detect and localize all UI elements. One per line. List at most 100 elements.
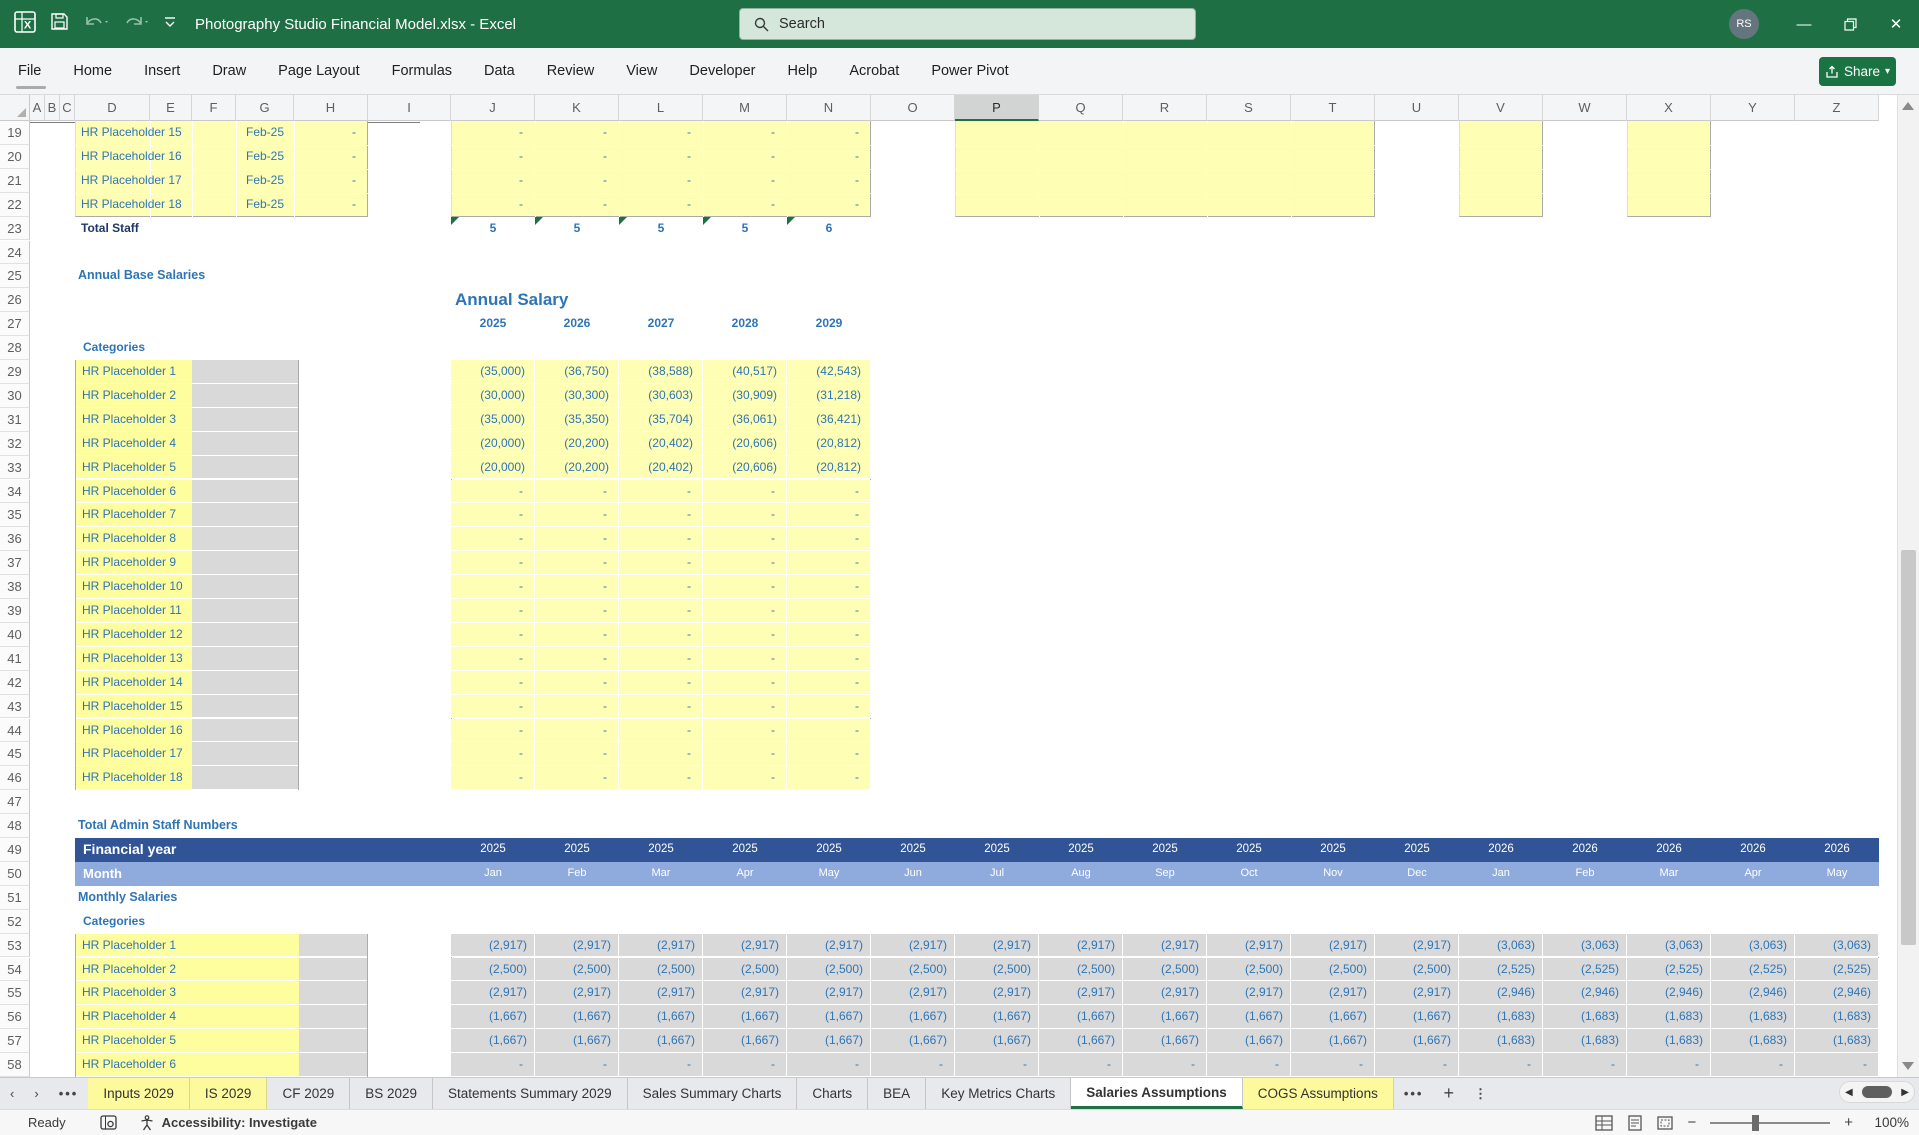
- cell-L53[interactable]: (2,917): [619, 934, 703, 958]
- annual-category-16[interactable]: HR Placeholder 16: [82, 719, 192, 743]
- row-header-36[interactable]: 36: [0, 527, 30, 551]
- annual-base-salaries-heading[interactable]: Annual Base Salaries: [75, 264, 335, 288]
- cell-M22[interactable]: -: [703, 193, 787, 217]
- monthly-categories-label[interactable]: Categories: [75, 910, 225, 934]
- cell-N30[interactable]: (31,218): [787, 384, 871, 408]
- cell-Z57[interactable]: (1,683): [1795, 1029, 1879, 1053]
- monthly-category-5[interactable]: HR Placeholder 5: [82, 1029, 292, 1053]
- cell-J56[interactable]: (1,667): [451, 1005, 535, 1029]
- cell-V53[interactable]: (3,063): [1459, 934, 1543, 958]
- cell-N29[interactable]: (42,543): [787, 360, 871, 384]
- annual-category-5[interactable]: HR Placeholder 5: [82, 456, 192, 480]
- row-header-51[interactable]: 51: [0, 886, 30, 910]
- cell-M36[interactable]: -: [703, 527, 787, 551]
- cell-S57[interactable]: (1,667): [1207, 1029, 1291, 1053]
- annual-year-2025[interactable]: 2025: [451, 312, 535, 336]
- cell-J29[interactable]: (35,000): [451, 360, 535, 384]
- cell-O54[interactable]: (2,500): [871, 958, 955, 982]
- cell-Q55[interactable]: (2,917): [1039, 981, 1123, 1005]
- row-header-57[interactable]: 57: [0, 1029, 30, 1053]
- cell-L19[interactable]: -: [619, 121, 703, 145]
- cell-M32[interactable]: (20,606): [703, 432, 787, 456]
- ribbon-tab-acrobat[interactable]: Acrobat: [833, 48, 915, 94]
- cell-N54[interactable]: (2,500): [787, 958, 871, 982]
- column-header-G[interactable]: G: [236, 95, 294, 121]
- zoom-out-button[interactable]: −: [1687, 1114, 1696, 1131]
- cell-Z54[interactable]: (2,525): [1795, 958, 1879, 982]
- cell-K19[interactable]: -: [535, 121, 619, 145]
- category-gray-cell[interactable]: [192, 503, 298, 527]
- cell-L29[interactable]: (38,588): [619, 360, 703, 384]
- category-gray-cell[interactable]: [299, 958, 367, 982]
- cell-S56[interactable]: (1,667): [1207, 1005, 1291, 1029]
- cell-N19[interactable]: -: [787, 121, 871, 145]
- cell-P55[interactable]: (2,917): [955, 981, 1039, 1005]
- row-header-56[interactable]: 56: [0, 1005, 30, 1029]
- sheet-tab-statements-summary-2029[interactable]: Statements Summary 2029: [433, 1078, 628, 1109]
- monthly-category-1[interactable]: HR Placeholder 1: [82, 934, 292, 958]
- total-admin-staff-heading[interactable]: Total Admin Staff Numbers: [75, 814, 375, 838]
- cell-D21[interactable]: HR Placeholder 17: [75, 169, 150, 193]
- cell-Y58[interactable]: -: [1711, 1053, 1795, 1077]
- column-header-T[interactable]: T: [1291, 95, 1375, 121]
- undo-icon[interactable]: [83, 13, 109, 36]
- cell-K32[interactable]: (20,200): [535, 432, 619, 456]
- scroll-down-arrow[interactable]: [1902, 1062, 1914, 1070]
- horizontal-scroll-thumb[interactable]: [1862, 1086, 1892, 1098]
- cell-N44[interactable]: -: [787, 719, 871, 743]
- column-header-C[interactable]: C: [60, 95, 75, 121]
- cell-M21[interactable]: -: [703, 169, 787, 193]
- annual-category-6[interactable]: HR Placeholder 6: [82, 480, 192, 504]
- cell-J36[interactable]: -: [451, 527, 535, 551]
- cell-L45[interactable]: -: [619, 742, 703, 766]
- categories-label[interactable]: Categories: [75, 336, 225, 360]
- cell-J44[interactable]: -: [451, 719, 535, 743]
- normal-view-icon[interactable]: [1595, 1115, 1613, 1131]
- cell-Y56[interactable]: (1,683): [1711, 1005, 1795, 1029]
- cell-W54[interactable]: (2,525): [1543, 958, 1627, 982]
- column-header-R[interactable]: R: [1123, 95, 1207, 121]
- cell-R53[interactable]: (2,917): [1123, 934, 1207, 958]
- zoom-slider-thumb[interactable]: [1752, 1115, 1759, 1131]
- annual-category-9[interactable]: HR Placeholder 9: [82, 551, 192, 575]
- ribbon-tab-insert[interactable]: Insert: [128, 48, 196, 94]
- category-gray-cell[interactable]: [192, 408, 298, 432]
- scroll-right-arrow[interactable]: ▶: [1901, 1087, 1909, 1098]
- cell-J42[interactable]: -: [451, 671, 535, 695]
- row-header-25[interactable]: 25: [0, 264, 30, 288]
- cell-K54[interactable]: (2,500): [535, 958, 619, 982]
- cell-L56[interactable]: (1,667): [619, 1005, 703, 1029]
- cell-H19[interactable]: -: [294, 121, 368, 145]
- cell-H21[interactable]: -: [294, 169, 368, 193]
- cell-N56[interactable]: (1,667): [787, 1005, 871, 1029]
- cell-J43[interactable]: -: [451, 695, 535, 719]
- column-header-I[interactable]: I: [368, 95, 451, 121]
- zoom-in-button[interactable]: +: [1844, 1114, 1853, 1131]
- cell-K42[interactable]: -: [535, 671, 619, 695]
- horizontal-scrollbar[interactable]: ◀ ▶: [1839, 1081, 1915, 1103]
- cell-T55[interactable]: (2,917): [1291, 981, 1375, 1005]
- cell-N33[interactable]: (20,812): [787, 456, 871, 480]
- scroll-left-arrow[interactable]: ◀: [1845, 1087, 1853, 1098]
- cell-J23[interactable]: 5: [451, 217, 535, 241]
- cell-K41[interactable]: -: [535, 647, 619, 671]
- row-header-34[interactable]: 34: [0, 480, 30, 504]
- cell-N40[interactable]: -: [787, 623, 871, 647]
- column-header-B[interactable]: B: [45, 95, 60, 121]
- cell-J39[interactable]: -: [451, 599, 535, 623]
- cell-M54[interactable]: (2,500): [703, 958, 787, 982]
- row-header-42[interactable]: 42: [0, 671, 30, 695]
- cell-K58[interactable]: -: [535, 1053, 619, 1077]
- row-header-19[interactable]: 19: [0, 121, 30, 145]
- cell-J46[interactable]: -: [451, 766, 535, 790]
- row-header-27[interactable]: 27: [0, 312, 30, 336]
- cell-J58[interactable]: -: [451, 1053, 535, 1077]
- cell-K34[interactable]: -: [535, 480, 619, 504]
- cell-N55[interactable]: (2,917): [787, 981, 871, 1005]
- cell-T53[interactable]: (2,917): [1291, 934, 1375, 958]
- annual-category-12[interactable]: HR Placeholder 12: [82, 623, 192, 647]
- cell-K53[interactable]: (2,917): [535, 934, 619, 958]
- row-header-20[interactable]: 20: [0, 145, 30, 169]
- row-header-22[interactable]: 22: [0, 193, 30, 217]
- cell-K40[interactable]: -: [535, 623, 619, 647]
